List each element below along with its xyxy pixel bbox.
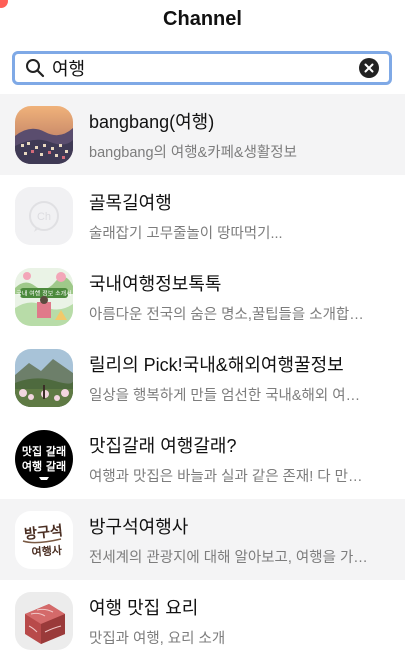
search-field[interactable] — [12, 51, 392, 85]
window-title: Channel — [163, 8, 242, 30]
close-icon — [364, 63, 374, 73]
channel-description: 아름다운 전국의 숨은 명소,꿀팁들을 소개합… — [89, 306, 364, 323]
channel-description: 술래잡기 고무줄놀이 땅따먹기... — [89, 225, 283, 242]
channel-name: bangbang(여행) — [89, 111, 215, 132]
channel-description: 전세계의 관광지에 대해 알아보고, 여행을 가… — [89, 549, 368, 566]
channel-name: 골목길여행 — [89, 192, 172, 213]
meat-dish-photo — [15, 591, 73, 650]
channel-description: bangbang의 여행&카페&생활정보 — [89, 144, 297, 161]
search-input[interactable] — [46, 57, 359, 79]
channel-name: 국내여행정보톡톡 — [89, 273, 222, 294]
channel-result-item[interactable]: Ch 골목길여행 술래잡기 고무줄놀이 땅따먹기... — [0, 175, 405, 256]
channel-result-item[interactable]: 방구석 여행사 방구석여행사 전세계의 관광지에 대해 알아보고, 여행을 가… — [0, 499, 405, 580]
search-icon — [24, 57, 46, 79]
channel-description: 맛집과 여행, 요리 소개 — [89, 630, 226, 647]
travel-poster-illustration: 국내 여행 정보 소개서 — [15, 267, 73, 326]
logo-text-line-1: 맛집 갈래 — [22, 444, 66, 458]
channel-description: 여행과 맛집은 바늘과 실과 같은 존재! 다 만… — [89, 468, 363, 485]
clear-search-button[interactable] — [359, 58, 379, 78]
default-channel-icon: Ch — [15, 186, 73, 245]
channel-results-list: bangbang(여행) bangbang의 여행&카페&생활정보 Ch 골목길… — [0, 94, 405, 656]
channel-result-item[interactable]: bangbang(여행) bangbang의 여행&카페&생활정보 — [0, 94, 405, 175]
channel-logo-text: Ch — [37, 211, 51, 223]
channel-name: 방구석여행사 — [89, 516, 189, 537]
calligraphy-text-line-2: 여행사 — [31, 542, 63, 558]
calligraphy-logo: 방구석 여행사 — [15, 510, 73, 569]
channel-description: 일상을 행복하게 만들 엄선한 국내&해외 여… — [89, 387, 361, 404]
window-close-dot[interactable] — [0, 0, 8, 8]
channel-result-item[interactable]: 맛집 갈래 여행 갈래 맛집갈래 여행갈래? 여행과 맛집은 바늘과 실과 같은… — [0, 418, 405, 499]
city-hillside-photo — [15, 105, 73, 164]
channel-name: 릴리의 Pick!국내&해외여행꿀정보 — [89, 354, 344, 375]
black-circle-logo: 맛집 갈래 여행 갈래 — [15, 429, 73, 488]
channel-result-item[interactable]: 국내 여행 정보 소개서 국내여행정보톡톡 아름다운 전국의 숨은 명소,꿀팁들… — [0, 256, 405, 337]
mountain-flowers-photo — [15, 348, 73, 407]
channel-result-item[interactable]: 여행 맛집 요리 맛집과 여행, 요리 소개 — [0, 580, 405, 656]
channel-name: 맛집갈래 여행갈래? — [89, 435, 237, 456]
channel-result-item[interactable]: 릴리의 Pick!국내&해외여행꿀정보 일상을 행복하게 만들 엄선한 국내&해… — [0, 337, 405, 418]
logo-text-line-2: 여행 갈래 — [22, 459, 66, 473]
channel-name: 여행 맛집 요리 — [89, 597, 199, 618]
